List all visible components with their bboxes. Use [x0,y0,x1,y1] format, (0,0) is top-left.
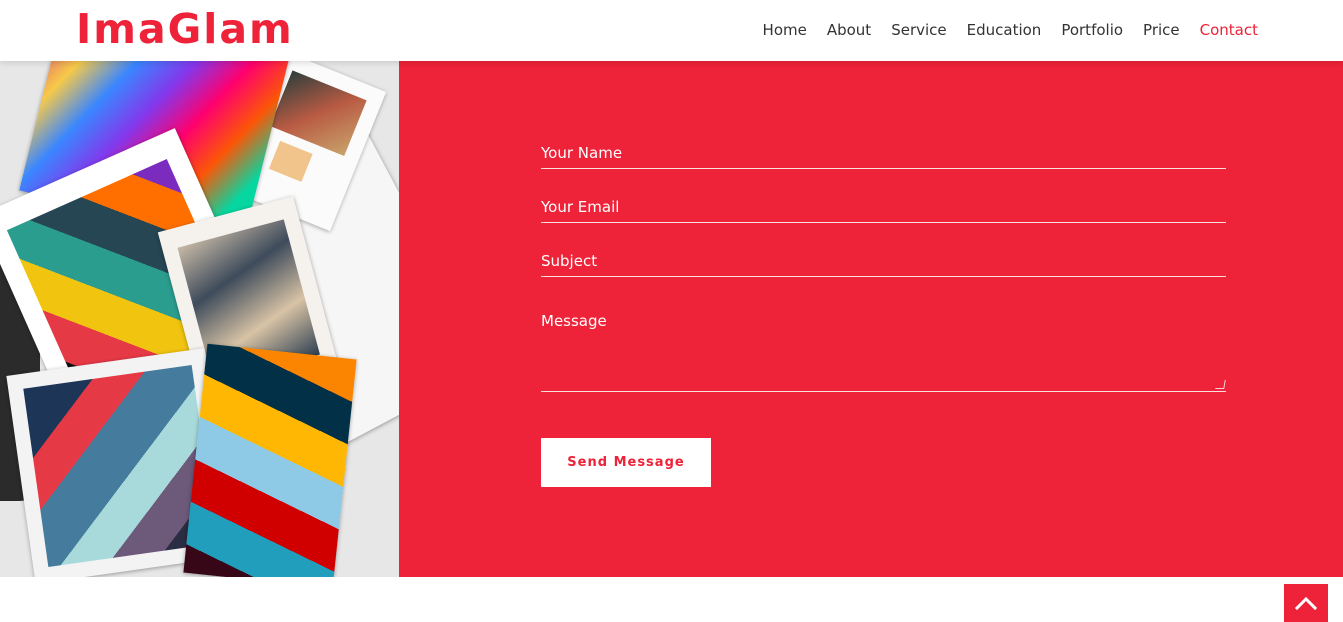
email-field-wrapper [541,192,1226,223]
subject-field[interactable] [541,246,1226,276]
nav-portfolio[interactable]: Portfolio [1061,19,1123,41]
email-field[interactable] [541,192,1226,222]
nav-contact[interactable]: Contact [1200,19,1258,41]
name-field-wrapper [541,138,1226,169]
send-message-button[interactable]: Send Message [541,438,711,487]
subject-field-wrapper [541,246,1226,277]
back-to-top-button[interactable] [1284,584,1328,622]
nav-about[interactable]: About [827,19,871,41]
nav-home[interactable]: Home [763,19,807,41]
main-nav: Home About Service Education Portfolio P… [763,19,1258,41]
message-field-wrapper [541,306,1226,392]
contact-form-panel: Send Message [399,61,1343,577]
chevron-up-icon [1295,596,1317,610]
site-logo[interactable]: ImaGlam [76,4,294,54]
nav-service[interactable]: Service [891,19,946,41]
name-field[interactable] [541,138,1226,168]
resize-grip-icon[interactable] [1215,380,1226,389]
nav-education[interactable]: Education [967,19,1042,41]
nav-price[interactable]: Price [1143,19,1180,41]
art-collage-bottom [183,343,357,577]
message-field[interactable] [541,306,1226,386]
site-header: ImaGlam Home About Service Education Por… [0,0,1343,61]
fashion-moodboard-image [0,61,399,577]
